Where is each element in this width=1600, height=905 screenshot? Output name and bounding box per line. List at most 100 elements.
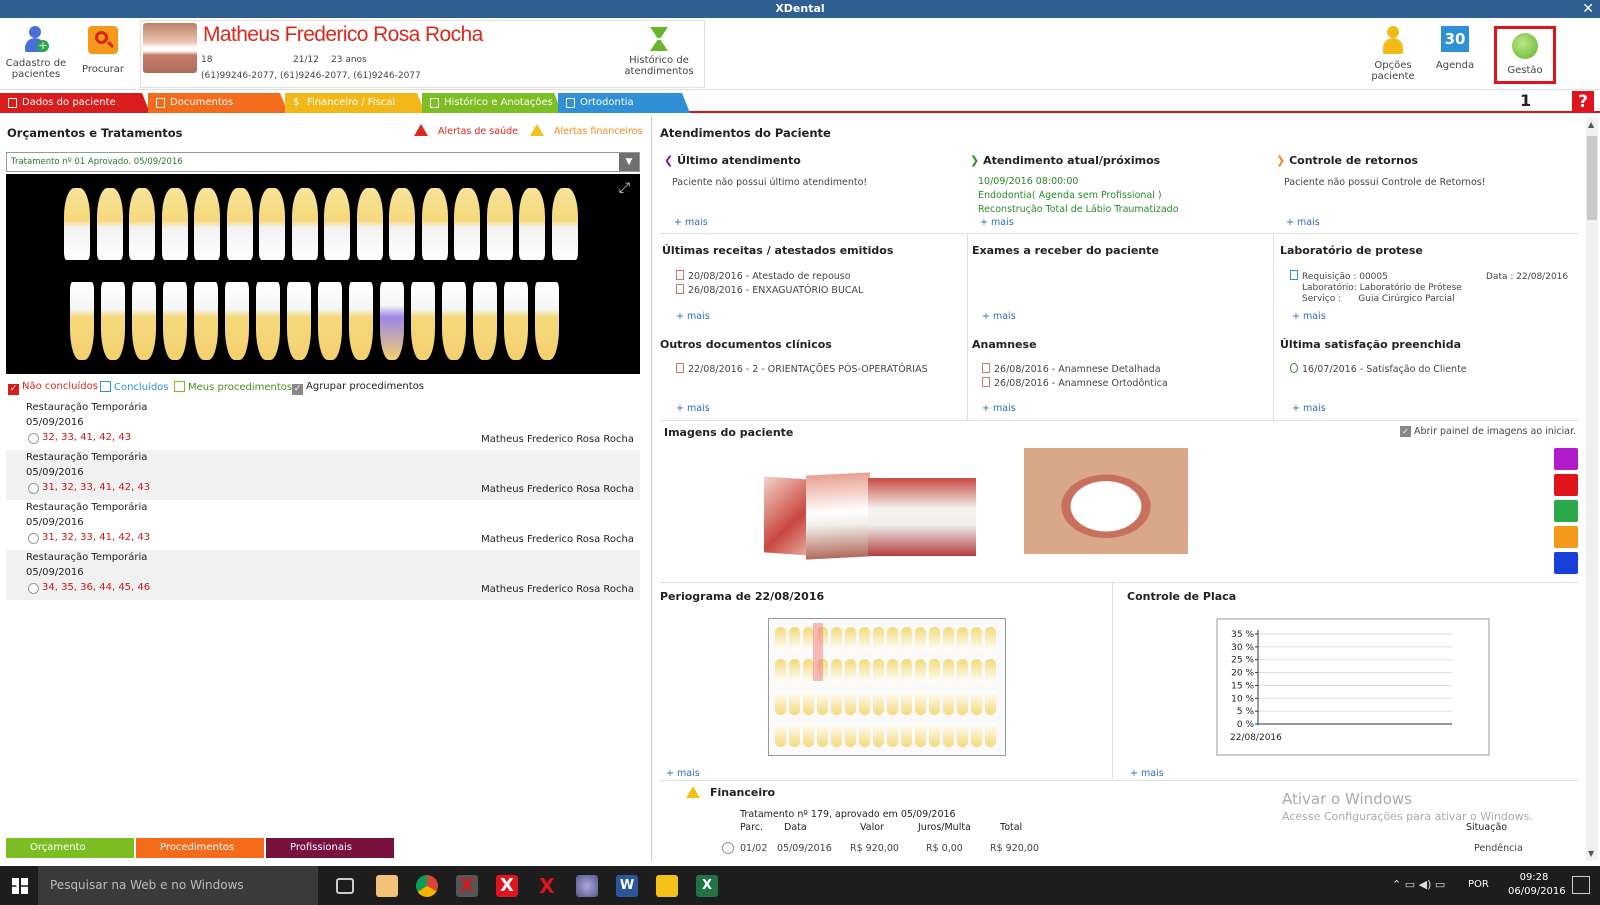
abrir-painel-checkbox[interactable]: ✓ Abrir painel de imagens ao iniciar. [1400, 425, 1576, 439]
upper-tooth[interactable] [161, 188, 188, 260]
upper-tooth[interactable] [356, 188, 383, 260]
lower-tooth[interactable] [132, 282, 156, 360]
upper-tooth[interactable] [291, 188, 318, 260]
periograma-image[interactable] [768, 618, 1006, 756]
xdental-icon[interactable]: X [456, 875, 478, 897]
lower-tooth[interactable] [287, 282, 311, 360]
upper-tooth[interactable] [454, 188, 480, 260]
alert-fin-link[interactable]: Alertas financeiros [530, 124, 642, 137]
list-item[interactable]: Restauração Temporária 05/09/2016 32, 33… [6, 400, 640, 450]
lower-tooth[interactable] [194, 282, 218, 360]
lower-tooth[interactable] [535, 282, 559, 360]
radio-button[interactable] [28, 583, 39, 594]
gallery-grid-icon[interactable] [1554, 448, 1578, 470]
chevron-up-icon[interactable]: ▲ [1588, 120, 1594, 129]
tab-historico[interactable]: Histórico e Anotações [422, 93, 562, 113]
lower-tooth[interactable] [411, 282, 435, 360]
filter-concluidos[interactable]: Concluídos [100, 381, 169, 394]
list-item[interactable]: 22/08/2016 - 2 - ORIENTAÇÕES PÓS-OPERATÓ… [676, 363, 928, 377]
word-icon[interactable]: W [616, 875, 638, 897]
patient-image[interactable] [868, 478, 976, 556]
treatment-select[interactable]: Tratamento nº 01 Aprovado. 05/09/2016 ▼ [6, 152, 640, 172]
mais-link[interactable]: + mais [676, 403, 710, 414]
historico-atendimentos-button[interactable]: Histórico de atendimentos [619, 27, 699, 77]
agenda-button[interactable]: 30 Agenda [1434, 26, 1476, 71]
lower-tooth[interactable] [256, 282, 280, 360]
list-item[interactable]: Restauração Temporária 05/09/2016 34, 35… [6, 550, 640, 600]
mais-link[interactable]: + mais [1292, 403, 1326, 414]
procurar-button[interactable]: Procurar [80, 26, 126, 75]
lower-tooth[interactable] [504, 282, 528, 360]
lower-tooth[interactable] [318, 282, 342, 360]
tab-documentos[interactable]: Documentos [148, 93, 288, 113]
gestao-button[interactable]: Gestão [1494, 26, 1556, 84]
upper-tooth[interactable] [226, 188, 253, 260]
scrollbar-thumb[interactable] [1587, 136, 1597, 220]
odontogram[interactable]: ⤢ [6, 174, 640, 374]
list-item[interactable]: Restauração Temporária 05/09/2016 31, 32… [6, 450, 640, 500]
mais-link[interactable]: + mais [676, 311, 710, 322]
xdental-icon[interactable]: X [536, 875, 558, 897]
alert-health-link[interactable]: Alertas de saúde [414, 124, 518, 137]
language-indicator[interactable]: POR [1468, 879, 1489, 890]
opcoes-paciente-button[interactable]: Opções paciente [1368, 26, 1418, 82]
camera-icon[interactable] [1554, 526, 1578, 548]
tab-orcamento[interactable]: Orçamento [6, 838, 134, 858]
folder-icon[interactable] [656, 875, 678, 897]
upper-tooth[interactable] [519, 188, 545, 260]
tab-dados-paciente[interactable]: Dados do paciente [0, 93, 150, 113]
list-item[interactable]: 26/08/2016 - ENXAGUATÓRIO BUCAL [676, 284, 863, 298]
lower-tooth[interactable] [473, 282, 497, 360]
app-icon[interactable] [376, 875, 398, 897]
notification-icon[interactable] [1572, 876, 1590, 894]
lower-tooth[interactable] [380, 282, 404, 360]
list-item[interactable]: Restauração Temporária 05/09/2016 31, 32… [6, 500, 640, 550]
chevron-down-icon[interactable]: ▼ [1588, 849, 1594, 858]
upper-tooth[interactable] [389, 188, 415, 260]
radio-button[interactable] [722, 842, 734, 854]
app-icon[interactable] [576, 875, 598, 897]
cadastro-pacientes-button[interactable]: + Cadastro de pacientes [4, 26, 68, 80]
patient-image[interactable] [764, 476, 810, 556]
windows-start-icon[interactable] [12, 878, 28, 894]
xdental-icon[interactable]: X [496, 875, 518, 897]
mais-link[interactable]: + mais [1292, 311, 1326, 322]
lower-tooth[interactable] [163, 282, 187, 360]
mais-link[interactable]: + mais [674, 217, 708, 228]
help-button[interactable]: ? [1572, 91, 1594, 113]
excel-icon[interactable]: X [696, 875, 718, 897]
mais-link[interactable]: + mais [1286, 217, 1320, 228]
upper-tooth[interactable] [96, 188, 123, 260]
list-item[interactable]: 26/08/2016 - Anamnese Detalhada [982, 363, 1168, 377]
filter-nao-concluidos[interactable]: ✓ Não concluídos [8, 381, 98, 395]
tray-icons[interactable]: ⌃ ▭ ◀) ▭ [1392, 878, 1445, 891]
upper-tooth[interactable] [551, 188, 578, 260]
list-item[interactable]: 20/08/2016 - Atestado de repouso [676, 270, 863, 284]
upper-tooth[interactable] [194, 188, 220, 260]
upper-tooth[interactable] [129, 188, 155, 260]
filter-meus-procedimentos[interactable]: Meus procedimentos [174, 381, 292, 394]
upper-tooth[interactable] [486, 188, 513, 260]
filter-agrupar[interactable]: ✓ Agrupar procedimentos [292, 381, 424, 395]
patient-photo[interactable] [143, 23, 197, 73]
mais-link[interactable]: + mais [982, 311, 1016, 322]
task-view-icon[interactable] [336, 878, 354, 894]
close-icon[interactable]: ✕ [1582, 0, 1594, 18]
upper-tooth[interactable] [259, 188, 285, 260]
list-item[interactable]: 26/08/2016 - Anamnese Ortodôntica [982, 377, 1168, 391]
upper-tooth[interactable] [64, 188, 90, 260]
chrome-icon[interactable] [416, 875, 438, 897]
patient-image[interactable] [806, 472, 870, 560]
radio-button[interactable] [28, 433, 39, 444]
tab-financeiro[interactable]: $ Financeiro / Fiscal [285, 93, 425, 113]
radio-button[interactable] [28, 483, 39, 494]
mais-link[interactable]: + mais [1130, 768, 1164, 779]
skull-icon[interactable] [1554, 500, 1578, 522]
patient-image[interactable] [1024, 448, 1188, 554]
lower-tooth[interactable] [70, 282, 94, 360]
upper-tooth[interactable] [421, 188, 448, 260]
chevron-down-icon[interactable]: ▼ [619, 153, 639, 171]
tab-profissionais[interactable]: Profissionais [266, 838, 394, 858]
scrollbar[interactable]: ▲ ▼ [1586, 118, 1598, 860]
lower-tooth[interactable] [349, 282, 373, 360]
